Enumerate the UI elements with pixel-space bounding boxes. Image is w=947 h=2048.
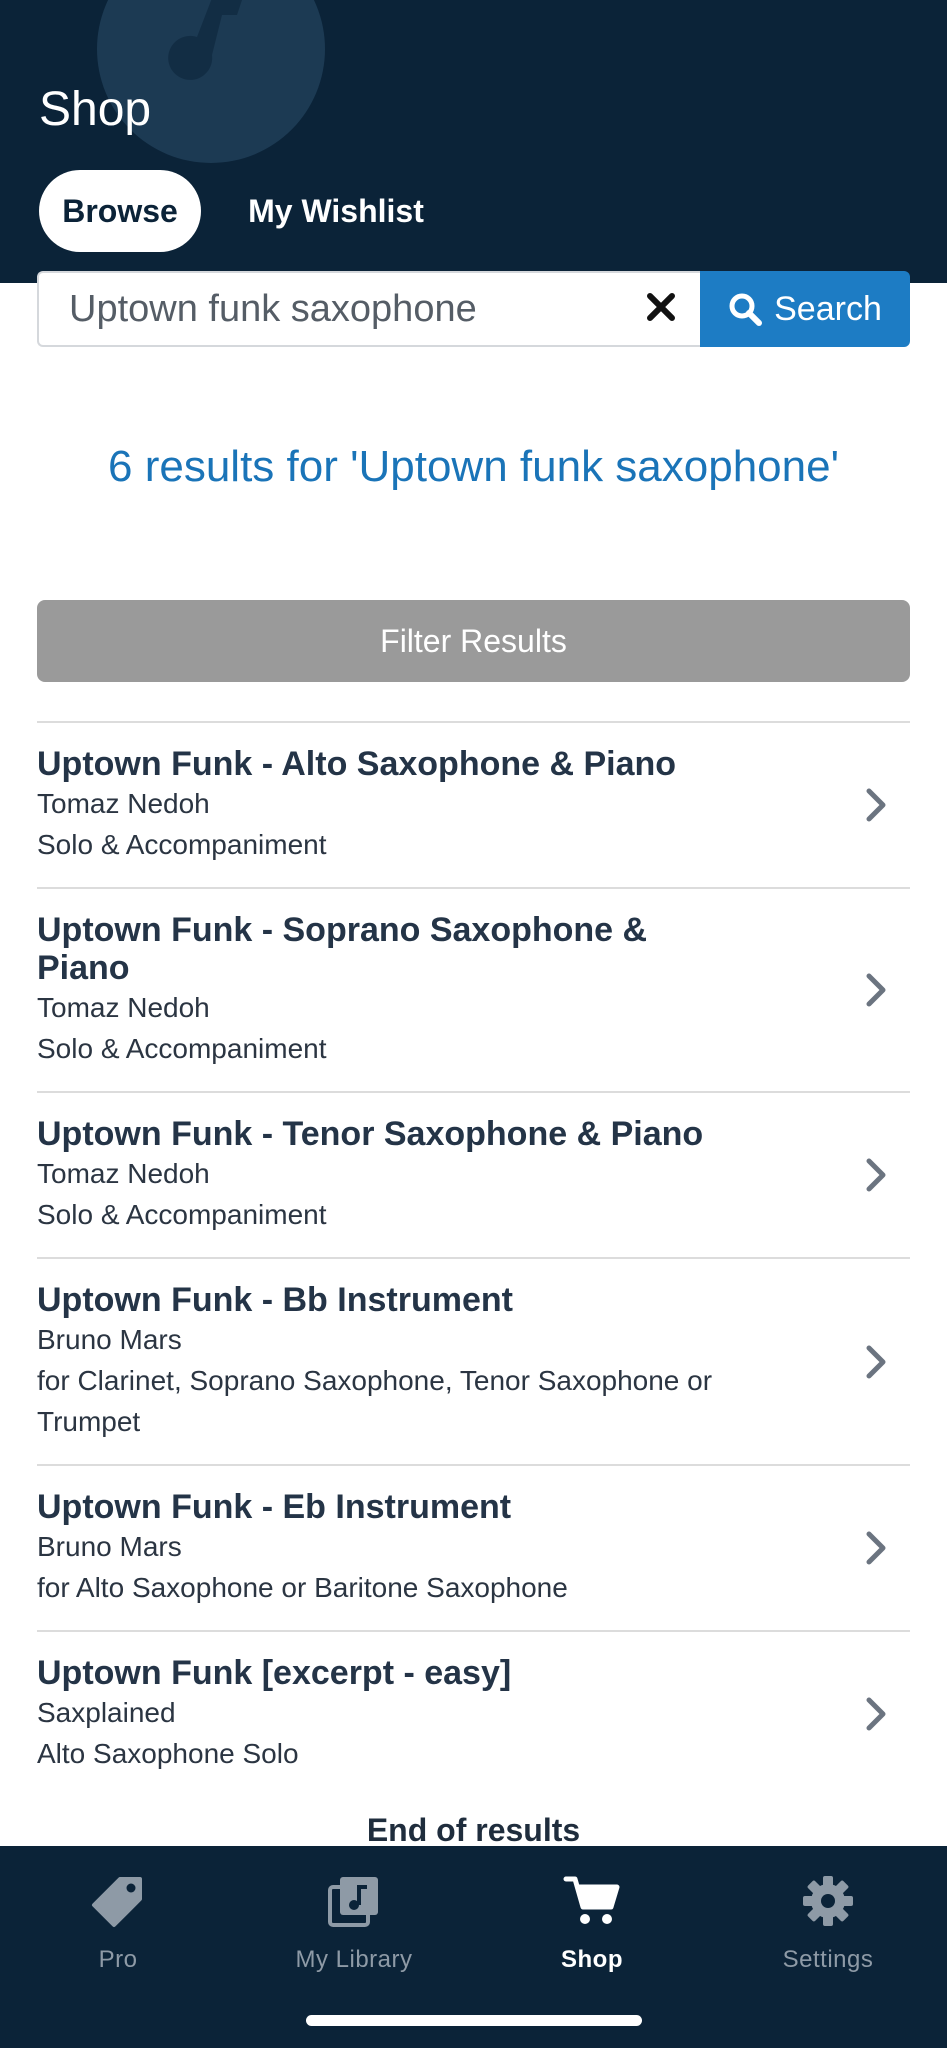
result-author: Tomaz Nedoh: [37, 992, 210, 1023]
result-author: Tomaz Nedoh: [37, 1158, 210, 1189]
music-library-icon: [328, 1877, 378, 1927]
search-input[interactable]: Uptown funk saxophone: [37, 271, 700, 347]
chevron-right-icon: [866, 1531, 886, 1565]
tab-my-wishlist[interactable]: My Wishlist: [226, 170, 446, 252]
result-title: Uptown Funk - Alto Saxophone & Piano: [37, 745, 677, 783]
nav-label: Pro: [98, 1946, 138, 1973]
chevron-right-icon: [866, 788, 886, 822]
result-title: Uptown Funk - Tenor Saxophone & Piano: [37, 1115, 704, 1153]
list-item[interactable]: Uptown Funk - Eb Instrument Bruno Mars f…: [37, 1464, 910, 1630]
app-header: Shop Browse My Wishlist: [0, 0, 947, 283]
tab-browse[interactable]: Browse: [39, 170, 201, 252]
list-item[interactable]: Uptown Funk [excerpt - easy] Saxplained …: [37, 1630, 910, 1796]
result-title: Uptown Funk [excerpt - easy]: [37, 1654, 512, 1692]
result-subtitle: for Clarinet, Soprano Saxophone, Tenor S…: [37, 1365, 713, 1437]
result-subtitle: for Alto Saxophone or Baritone Saxophone: [37, 1572, 568, 1603]
result-list: Uptown Funk - Alto Saxophone & Piano Tom…: [37, 721, 910, 1796]
result-author: Tomaz Nedoh: [37, 788, 210, 819]
page-title: Shop: [39, 83, 152, 136]
chevron-right-icon: [866, 973, 886, 1007]
home-indicator[interactable]: [306, 2015, 642, 2026]
results-heading: 6 results for 'Uptown funk saxophone': [108, 442, 839, 491]
gear-icon: [803, 1876, 853, 1926]
nav-item-pro[interactable]: Pro: [18, 1866, 218, 1996]
list-item[interactable]: Uptown Funk - Alto Saxophone & Piano Tom…: [37, 721, 910, 887]
filter-results-button[interactable]: Filter Results: [37, 600, 910, 682]
tag-icon: [92, 1877, 142, 1927]
chevron-right-icon: [866, 1158, 886, 1192]
search-button[interactable]: Search: [700, 271, 910, 347]
chevron-right-icon: [866, 1345, 886, 1378]
nav-item-shop[interactable]: Shop: [492, 1866, 692, 1996]
cart-icon: [563, 1876, 620, 1924]
nav-label: Settings: [782, 1946, 874, 1973]
result-title: Uptown Funk - Eb Instrument: [37, 1488, 512, 1526]
chevron-right-icon: [866, 1697, 886, 1731]
list-item[interactable]: Uptown Funk - Soprano Saxophone & Piano …: [37, 887, 910, 1091]
nav-label: My Library: [295, 1946, 413, 1973]
clear-search-icon[interactable]: [635, 281, 687, 333]
list-item[interactable]: Uptown Funk - Bb Instrument Bruno Mars f…: [37, 1257, 910, 1464]
search-icon: [729, 293, 763, 326]
nav-item-my-library[interactable]: My Library: [254, 1866, 454, 1996]
result-subtitle: Alto Saxophone Solo: [37, 1738, 299, 1769]
nav-item-settings[interactable]: Settings: [728, 1866, 928, 1996]
search-bar: Uptown funk saxophone Search: [37, 271, 910, 347]
nav-label: Shop: [561, 1946, 623, 1973]
search-button-label: Search: [774, 289, 882, 328]
result-author: Bruno Mars: [37, 1324, 182, 1355]
result-title: Uptown Funk - Soprano Saxophone & Piano: [37, 911, 648, 987]
bottom-nav: Pro My Library Shop Settings: [0, 1846, 947, 2048]
result-title: Uptown Funk - Bb Instrument: [37, 1281, 513, 1319]
result-author: Saxplained: [37, 1697, 176, 1728]
result-author: Bruno Mars: [37, 1531, 182, 1562]
end-of-results-label: End of results: [366, 1812, 581, 1848]
result-subtitle: Solo & Accompaniment: [37, 829, 327, 860]
list-item[interactable]: Uptown Funk - Tenor Saxophone & Piano To…: [37, 1091, 910, 1257]
result-subtitle: Solo & Accompaniment: [37, 1033, 327, 1064]
result-subtitle: Solo & Accompaniment: [37, 1199, 327, 1230]
